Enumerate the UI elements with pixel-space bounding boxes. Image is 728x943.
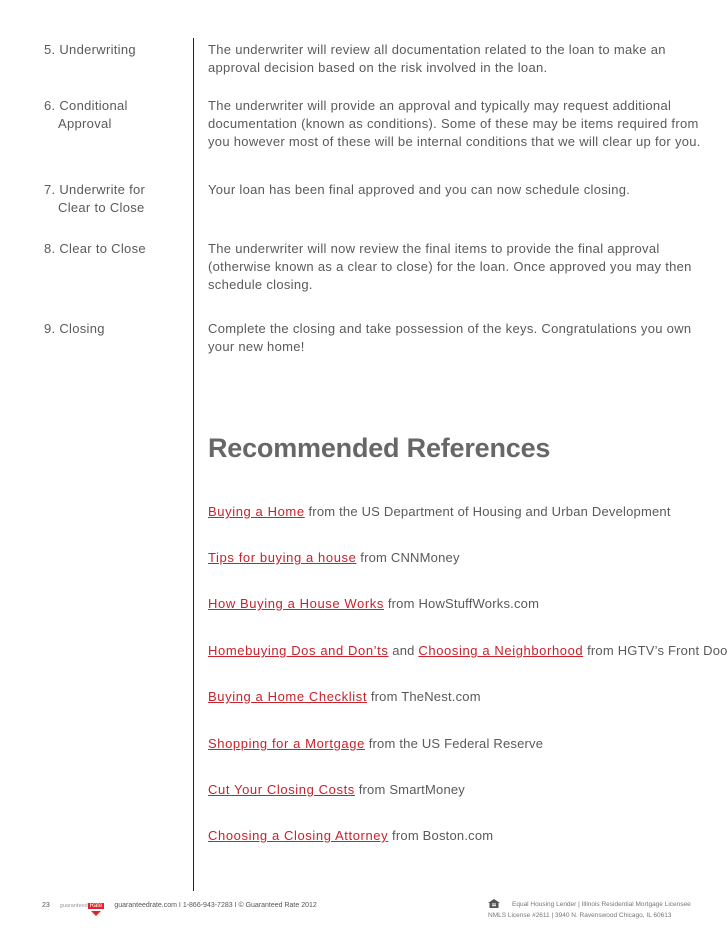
step-description: Complete the closing and take possession… bbox=[208, 321, 692, 354]
reference-link[interactable]: Buying a Home bbox=[208, 504, 305, 519]
reference-link[interactable]: Shopping for a Mortgage bbox=[208, 736, 365, 751]
reference-link-secondary[interactable]: Choosing a Neighborhood bbox=[418, 643, 583, 658]
footer-contact: guaranteedrate.com I 1-866-943-7283 I © … bbox=[114, 902, 317, 909]
step-name: 8. Clear to Close bbox=[44, 241, 146, 256]
equal-housing-icon bbox=[488, 899, 500, 911]
page-number: 23 bbox=[42, 902, 50, 909]
reference-link[interactable]: Choosing a Closing Attorney bbox=[208, 828, 388, 843]
step-name: 5. Underwriting bbox=[44, 42, 136, 57]
reference-item: How Buying a House Works from HowStuffWo… bbox=[208, 596, 540, 611]
footer-left: 23 guaranteed Rate guaranteedrate.com I 1… bbox=[42, 902, 317, 916]
step-name: 6. Conditional Approval bbox=[44, 98, 128, 131]
step-description: Your loan has been final approved and yo… bbox=[208, 182, 631, 197]
reference-item: Shopping for a Mortgage from the US Fede… bbox=[208, 736, 544, 751]
step-description: The underwriter will provide an approval… bbox=[208, 98, 701, 149]
reference-item: Cut Your Closing Costs from SmartMoney bbox=[208, 782, 466, 797]
reference-link[interactable]: How Buying a House Works bbox=[208, 596, 384, 611]
reference-item: Choosing a Closing Attorney from Boston.… bbox=[208, 828, 494, 843]
step-name: 9. Closing bbox=[44, 321, 105, 336]
step-description: The underwriter will review all document… bbox=[208, 42, 666, 75]
guaranteed-rate-logo: guaranteed Rate bbox=[59, 902, 105, 916]
reference-item: Buying a Home Checklist from TheNest.com bbox=[208, 689, 481, 704]
step-description: The underwriter will now review the fina… bbox=[208, 241, 692, 292]
reference-link[interactable]: Buying a Home Checklist bbox=[208, 689, 367, 704]
reference-link[interactable]: Tips for buying a house bbox=[208, 550, 356, 565]
reference-item: Buying a Home from the US Department of … bbox=[208, 504, 671, 519]
reference-item: Tips for buying a house from CNNMoney bbox=[208, 550, 460, 565]
step-name: 7. Underwrite for Clear to Close bbox=[44, 182, 146, 215]
reference-link[interactable]: Homebuying Dos and Don’ts bbox=[208, 643, 388, 658]
references-heading: Recommended References bbox=[208, 433, 551, 463]
reference-link[interactable]: Cut Your Closing Costs bbox=[208, 782, 355, 797]
column-divider bbox=[193, 38, 194, 891]
reference-item: Homebuying Dos and Don’ts and Choosing a… bbox=[208, 643, 728, 658]
footer-right: Equal Housing Lender | Illinois Resident… bbox=[488, 899, 691, 919]
